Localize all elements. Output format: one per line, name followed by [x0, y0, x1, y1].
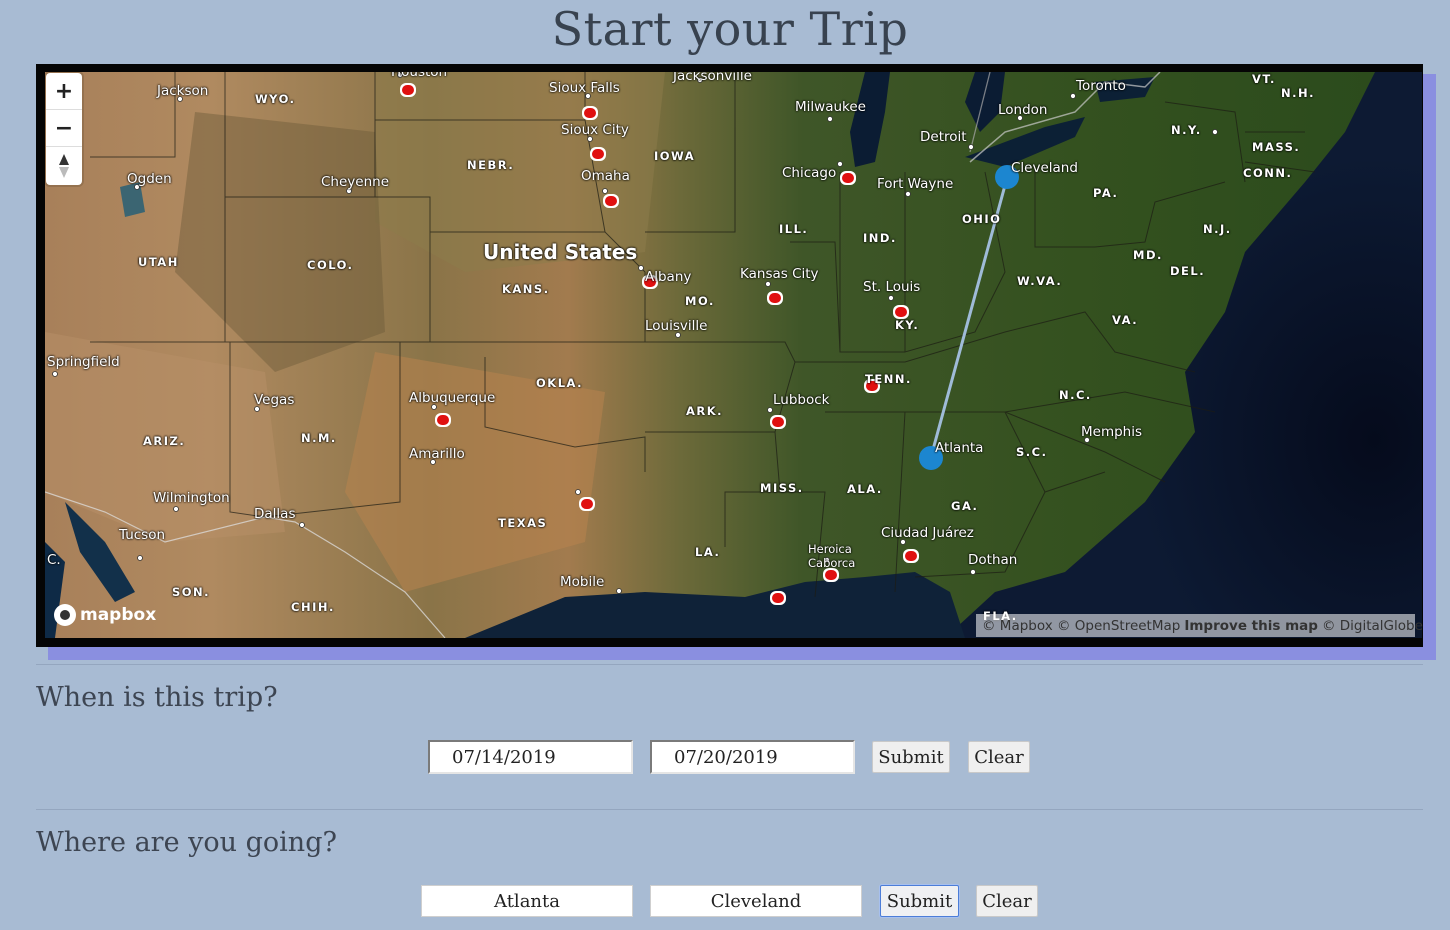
map-canvas[interactable]	[45, 72, 1422, 638]
zoom-out-button[interactable]: −	[46, 110, 82, 147]
minus-icon: −	[54, 115, 74, 141]
map-zoom-control: + −	[46, 73, 82, 185]
route-end-marker	[995, 165, 1019, 189]
origin-input[interactable]: Atlanta	[421, 885, 633, 917]
destination-input[interactable]: Cleveland	[650, 885, 862, 917]
divider-1	[36, 664, 1423, 665]
attribution-digitalglobe[interactable]: © DigitalGlobe	[1322, 618, 1423, 634]
divider-2	[36, 809, 1423, 810]
places-submit-button[interactable]: Submit	[880, 885, 959, 917]
trip-planner-page: Start your Trip United States WYO. NEBR.…	[0, 0, 1450, 930]
compass-icon	[59, 153, 69, 178]
mapbox-logo[interactable]: mapbox	[54, 603, 156, 627]
satellite-map[interactable]: United States WYO. NEBR. IOWA UTAH COLO. KANS…	[45, 72, 1422, 638]
dates-heading: When is this trip?	[36, 682, 278, 713]
end-date-input[interactable]: 07/20/2019	[650, 740, 855, 774]
plus-icon: +	[54, 78, 74, 104]
attribution-mapbox[interactable]: © Mapbox	[982, 618, 1053, 634]
map-attribution: © Mapbox © OpenStreetMap Improve this ma…	[976, 614, 1423, 637]
dates-clear-button[interactable]: Clear	[968, 741, 1030, 773]
start-date-input[interactable]: 07/14/2019	[428, 740, 633, 774]
places-heading: Where are you going?	[36, 827, 337, 858]
dates-submit-button[interactable]: Submit	[872, 741, 950, 773]
zoom-in-button[interactable]: +	[46, 73, 82, 110]
page-title: Start your Trip	[551, 2, 909, 56]
route-start-marker	[919, 446, 943, 470]
attribution-osm[interactable]: © OpenStreetMap	[1057, 618, 1180, 634]
compass-button[interactable]	[46, 147, 82, 184]
places-clear-button[interactable]: Clear	[976, 885, 1038, 917]
mapbox-logo-text: mapbox	[80, 605, 157, 625]
mapbox-logo-icon	[54, 604, 76, 626]
attribution-improve-link[interactable]: Improve this map	[1184, 618, 1318, 634]
